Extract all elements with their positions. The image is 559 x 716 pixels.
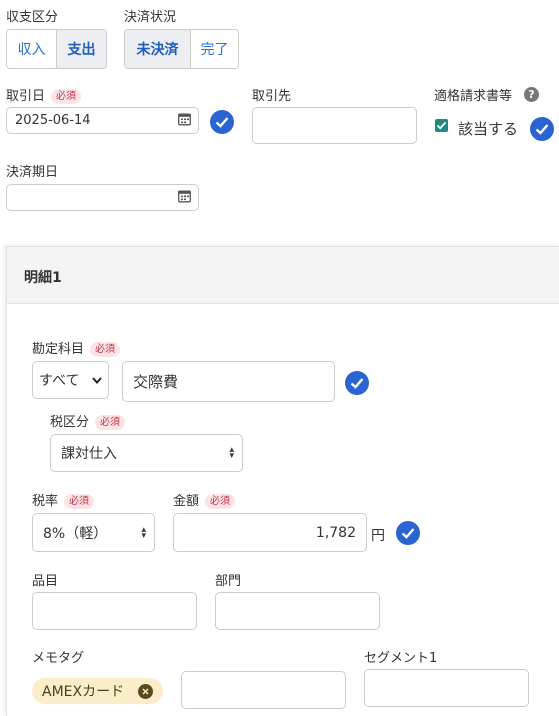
tax-class-select[interactable]: 課対仕入 ▴ ▾ [50,434,243,472]
memo-tag-text: AMEXカード [42,684,125,700]
qualified-invoice-checkbox[interactable] [435,119,448,132]
qualified-invoice-checkbox-label[interactable]: 該当する [458,118,518,139]
calendar-icon[interactable] [178,189,191,206]
expense-option[interactable]: 支出 [56,30,106,68]
select-arrows-icon: ▴ ▾ [229,445,234,461]
amount-verified-icon [396,521,420,545]
due-date-label: 決済期日 [6,165,59,180]
required-badge: 必須 [64,494,95,509]
qualified-invoice-label: 適格請求書等 [434,89,513,104]
segment-label: セグメント1 [364,651,438,666]
tax-rate-label: 税率 必須 [32,490,95,509]
required-badge: 必須 [95,415,126,430]
unsettled-option[interactable]: 未決済 [125,30,190,68]
detail-card [6,246,559,716]
account-filter-value: すべて [39,373,80,389]
transaction-date-value: 2025-06-14 [15,113,91,128]
item-label: 品目 [32,574,59,589]
tax-rate-select[interactable]: 8%（軽） ▴ ▾ [32,513,155,552]
help-icon[interactable]: ? [524,87,539,102]
partner-label: 取引先 [252,89,292,104]
tax-class-value: 課対仕入 [61,446,117,462]
income-expense-label: 収支区分 [6,10,59,25]
remove-tag-icon[interactable] [138,683,154,699]
memo-tag-input[interactable] [181,671,346,709]
due-date-input[interactable] [6,184,199,211]
required-badge: 必須 [90,342,121,357]
chevron-down-icon [92,377,102,384]
segment-input[interactable] [364,669,529,707]
settlement-status-label: 決済状況 [124,10,177,25]
detail-title: 明細1 [24,270,62,286]
tax-class-label: 税区分 必須 [50,411,126,430]
transaction-date-label: 取引日 必須 [6,85,82,104]
tax-rate-value: 8%（軽） [43,525,108,542]
transaction-date-verified-icon [210,110,234,134]
select-arrows-icon: ▴ ▾ [141,524,146,541]
detail-card-header [7,247,559,304]
partner-input[interactable] [252,107,417,144]
memo-tag-label: メモタグ [32,651,85,666]
income-expense-toggle: 収入 支出 [6,29,107,69]
calendar-icon[interactable] [178,112,191,129]
required-badge: 必須 [51,89,82,104]
transaction-date-input[interactable]: 2025-06-14 [6,107,199,134]
income-option[interactable]: 収入 [7,30,56,68]
amount-value: 1,782 [315,524,356,541]
account-input[interactable]: 交際費 [122,361,335,402]
item-input[interactable] [32,592,197,630]
currency-unit: 円 [371,528,385,544]
required-badge: 必須 [205,494,236,509]
account-verified-icon [345,371,369,395]
settled-option[interactable]: 完了 [190,30,238,68]
settlement-status-toggle: 未決済 完了 [124,29,239,69]
department-label: 部門 [215,574,242,589]
account-filter-select[interactable]: すべて [32,361,109,399]
account-value: 交際費 [133,373,179,391]
amount-input[interactable]: 1,782 [173,513,367,552]
department-input[interactable] [215,592,380,630]
memo-tag-chip: AMEXカード [32,678,164,704]
qualified-invoice-verified-icon [530,117,554,141]
account-label: 勘定科目 必須 [32,338,121,357]
amount-label: 金額 必須 [173,490,236,509]
